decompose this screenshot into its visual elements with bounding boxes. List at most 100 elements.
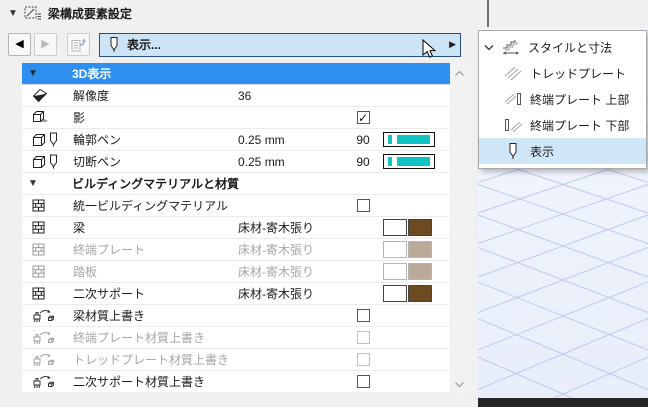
- row-icons: [22, 199, 73, 212]
- row-label: 梁: [73, 221, 86, 235]
- building-material-icon: [32, 199, 45, 212]
- panel-collapse-icon[interactable]: ▼: [8, 8, 18, 19]
- row-icons: [22, 287, 73, 300]
- tread-plate-override-checkbox: [356, 353, 370, 366]
- row-end-plate-material[interactable]: 終端プレート 床材-寄木張り: [22, 239, 450, 261]
- cube-icon: [33, 133, 45, 146]
- styles-dimensions-icon: [503, 40, 519, 55]
- cut-pen-index[interactable]: 90: [343, 155, 383, 169]
- menu-item-end-plate-top[interactable]: 終端プレート 上部: [479, 86, 646, 112]
- row-icons: [22, 352, 73, 368]
- section-label: ビルディングマテリアルと材質: [72, 177, 240, 191]
- section-header-materials[interactable]: ▼ ビルディングマテリアルと材質: [22, 173, 450, 195]
- row-beam-material[interactable]: 梁 床材-寄木張り: [22, 217, 450, 239]
- cut-pen-weight[interactable]: 0.25 mm: [238, 155, 343, 169]
- row-icons: [22, 110, 73, 125]
- row-icons: [22, 243, 73, 256]
- panel-header: ▼ 梁構成要素設定: [0, 0, 471, 27]
- row-icons: [22, 265, 73, 278]
- section-collapse-icon[interactable]: ▼: [28, 178, 42, 189]
- row-label: 終端プレート: [73, 243, 146, 257]
- contour-pen-index[interactable]: 90: [343, 133, 383, 147]
- row-icons: [22, 374, 73, 390]
- pen-icon: [110, 37, 118, 52]
- resolution-cone-icon: [32, 88, 48, 103]
- cube-icon: [33, 155, 45, 168]
- building-material-icon: [32, 221, 45, 234]
- row-resolution[interactable]: 解像度 36: [22, 85, 450, 107]
- building-material-icon: [32, 243, 45, 256]
- beam-settings-icon: [24, 6, 41, 20]
- palette-edge: [487, 0, 489, 27]
- back-button[interactable]: ◀: [8, 33, 31, 56]
- secondary-support-cut-fill-swatch[interactable]: [383, 285, 407, 302]
- section-label: 3D表示: [72, 67, 112, 81]
- uniform-material-checkbox[interactable]: [356, 199, 370, 212]
- end-plate-surface-swatch: [408, 241, 432, 258]
- contour-pen-color-swatch[interactable]: [383, 132, 435, 147]
- shadow-checkbox[interactable]: ✓: [356, 111, 370, 124]
- back-arrow-icon: ◀: [15, 38, 24, 50]
- scroll-up-icon[interactable]: [451, 65, 468, 81]
- building-material-icon: [32, 287, 45, 300]
- row-secondary-support-material-override[interactable]: 二次サポート材質上書き: [22, 371, 450, 393]
- beam-settings-panel: ▼ 梁構成要素設定 ◀ ▶ 表示... ▶ ▼ 3D表示 解像度 36 影 ✓ …: [0, 0, 471, 407]
- end-plate-cut-fill-swatch: [383, 241, 407, 258]
- component-dropdown-menu: スタイルと寸法 トレッドプレート 終端プレート 上部 終端プレート 下部 表示: [478, 30, 647, 169]
- secondary-support-override-checkbox[interactable]: [356, 375, 370, 388]
- row-label: トレッドプレート材質上書き: [73, 353, 230, 367]
- chevron-down-icon: [484, 44, 494, 50]
- end-plate-override-checkbox: [356, 331, 370, 344]
- row-label: 二次サポート材質上書き: [73, 375, 206, 389]
- pen-icon: [509, 143, 517, 159]
- forward-button[interactable]: ▶: [34, 33, 57, 56]
- viewport-bottom-edge: [478, 398, 648, 407]
- panel-title: 梁構成要素設定: [47, 7, 132, 21]
- beam-material-value[interactable]: 床材-寄木張り: [238, 219, 343, 236]
- beam-cut-fill-swatch[interactable]: [383, 219, 407, 236]
- menu-item-end-plate-bottom[interactable]: 終端プレート 下部: [479, 112, 646, 138]
- row-label: 影: [73, 111, 86, 125]
- end-plate-top-icon: [504, 93, 521, 105]
- row-label: 輪郭ペン: [73, 133, 122, 147]
- row-icons: [22, 154, 73, 169]
- row-uniform-material[interactable]: 統一ビルディングマテリアル: [22, 195, 450, 217]
- cube-shadow-icon: [33, 111, 48, 123]
- tread-surface-swatch: [408, 263, 432, 280]
- resolution-value[interactable]: 36: [238, 89, 343, 103]
- settings-scrollbar[interactable]: [451, 63, 468, 394]
- menu-item-label: 表示: [530, 144, 555, 159]
- menu-item-label: トレッドプレート: [530, 66, 627, 81]
- settings-table: ▼ 3D表示 解像度 36 影 ✓ 輪郭ペン 0.25 mm 90 切断ペン 0…: [22, 63, 450, 393]
- contour-pen-weight[interactable]: 0.25 mm: [238, 133, 343, 147]
- section-header-3d-display[interactable]: ▼ 3D表示: [22, 63, 450, 85]
- material-override-icon: [33, 353, 54, 366]
- menu-item-tread-plate[interactable]: トレッドプレート: [479, 60, 646, 86]
- menu-item-display[interactable]: 表示: [479, 138, 646, 164]
- row-icons: [22, 308, 73, 324]
- selected-component-label: 表示...: [127, 38, 162, 52]
- transfer-settings-icon: [71, 38, 86, 51]
- row-tread-material[interactable]: 踏板 床材-寄木張り: [22, 261, 450, 283]
- combo-expand-icon[interactable]: ▶: [449, 39, 456, 50]
- row-icons: [22, 330, 73, 346]
- section-collapse-icon[interactable]: ▼: [28, 68, 42, 79]
- row-secondary-support-material[interactable]: 二次サポート 床材-寄木張り: [22, 283, 450, 305]
- row-cut-pen[interactable]: 切断ペン 0.25 mm 90: [22, 151, 450, 173]
- cut-pen-color-swatch[interactable]: [383, 154, 435, 169]
- scroll-down-icon[interactable]: [451, 376, 468, 392]
- row-shadow[interactable]: 影 ✓: [22, 107, 450, 129]
- row-beam-material-override[interactable]: 梁材質上書き: [22, 305, 450, 327]
- row-tread-plate-material-override[interactable]: トレッドプレート材質上書き: [22, 349, 450, 371]
- row-contour-pen[interactable]: 輪郭ペン 0.25 mm 90: [22, 129, 450, 151]
- beam-override-checkbox[interactable]: [356, 309, 370, 322]
- component-selector-dropdown[interactable]: 表示... ▶: [99, 32, 461, 57]
- row-label: 統一ビルディングマテリアル: [73, 199, 229, 213]
- row-end-plate-material-override[interactable]: 終端プレート材質上書き: [22, 327, 450, 349]
- transfer-settings-button[interactable]: [67, 33, 90, 56]
- beam-surface-swatch[interactable]: [408, 219, 432, 236]
- secondary-support-surface-swatch[interactable]: [408, 285, 432, 302]
- pen-icon: [50, 154, 57, 169]
- menu-item-styles-dimensions[interactable]: スタイルと寸法: [479, 34, 646, 60]
- secondary-support-material-value[interactable]: 床材-寄木張り: [238, 285, 343, 302]
